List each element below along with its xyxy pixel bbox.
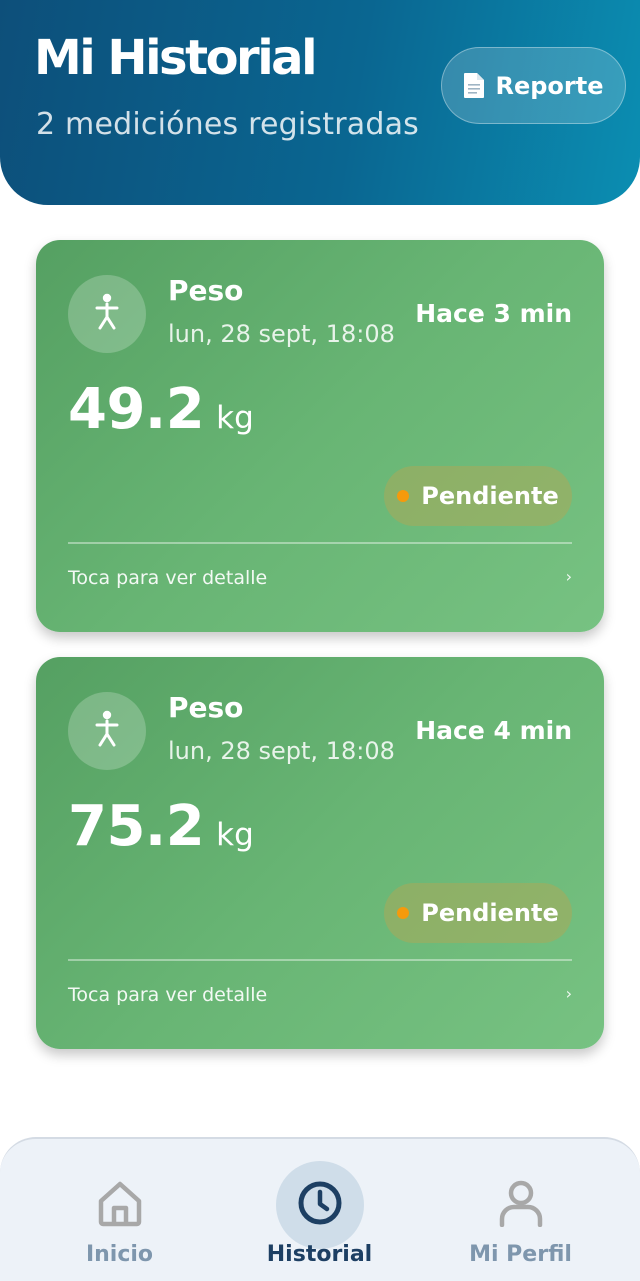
measurement-type-avatar xyxy=(68,692,146,770)
person-icon xyxy=(94,710,120,752)
measurement-value: 75.2 xyxy=(68,794,205,859)
nav-label-historial: Historial xyxy=(266,1242,373,1267)
measurement-date: lun, 28 sept, 18:08 xyxy=(168,737,395,765)
report-button-label: Reporte xyxy=(495,71,604,100)
status-badge: Pendiente xyxy=(384,883,572,943)
bottom-nav: Inicio Historial Mi Perfil xyxy=(0,1137,640,1281)
person-icon xyxy=(94,293,120,335)
home-icon xyxy=(95,1178,145,1232)
page-subtitle: 2 mediciónes registradas xyxy=(36,107,419,142)
history-screen: Mi Historial 2 mediciónes registradas Re… xyxy=(0,0,640,1281)
chevron-right-icon: › xyxy=(565,567,572,586)
card-divider xyxy=(68,959,572,961)
measurement-time-ago: Hace 3 min xyxy=(415,299,572,328)
nav-item-inicio[interactable]: Inicio xyxy=(13,1139,226,1281)
document-icon xyxy=(463,72,485,99)
nav-icon-wrap xyxy=(76,1161,164,1249)
chevron-right-icon: › xyxy=(565,984,572,1003)
nav-icon-wrap xyxy=(477,1161,565,1249)
detail-hint: Toca para ver detalle xyxy=(68,567,268,589)
nav-icon-wrap xyxy=(275,1161,364,1249)
header: Mi Historial 2 mediciónes registradas Re… xyxy=(0,0,640,205)
status-label: Pendiente xyxy=(421,482,559,510)
card-divider xyxy=(68,542,572,544)
page-title: Mi Historial xyxy=(34,30,318,86)
measurement-card[interactable]: Peso lun, 28 sept, 18:08 Hace 3 min 49.2… xyxy=(36,240,604,632)
measurement-unit: kg xyxy=(216,400,254,436)
measurement-type: Peso xyxy=(168,274,244,307)
measurement-card[interactable]: Peso lun, 28 sept, 18:08 Hace 4 min 75.2… xyxy=(36,657,604,1049)
measurement-date: lun, 28 sept, 18:08 xyxy=(168,320,395,348)
nav-label-inicio: Inicio xyxy=(85,1242,154,1267)
measurement-value: 49.2 xyxy=(68,377,205,442)
status-dot-icon xyxy=(397,490,410,502)
measurement-value-row: 75.2 kg xyxy=(68,794,254,859)
measurement-type-avatar xyxy=(68,275,146,353)
status-dot-icon xyxy=(397,907,410,919)
status-label: Pendiente xyxy=(421,899,559,927)
status-badge: Pendiente xyxy=(384,466,572,526)
measurement-unit: kg xyxy=(216,817,254,853)
measurement-type: Peso xyxy=(168,691,244,724)
user-icon xyxy=(498,1179,544,1231)
measurement-value-row: 49.2 kg xyxy=(68,377,254,442)
measurement-time-ago: Hace 4 min xyxy=(415,716,572,745)
clock-icon xyxy=(296,1179,344,1231)
detail-hint: Toca para ver detalle xyxy=(68,984,268,1006)
nav-label-mi-perfil: Mi Perfil xyxy=(469,1242,572,1267)
nav-item-mi-perfil[interactable]: Mi Perfil xyxy=(414,1139,627,1281)
report-button[interactable]: Reporte xyxy=(441,47,626,124)
nav-item-historial[interactable]: Historial xyxy=(213,1139,426,1281)
